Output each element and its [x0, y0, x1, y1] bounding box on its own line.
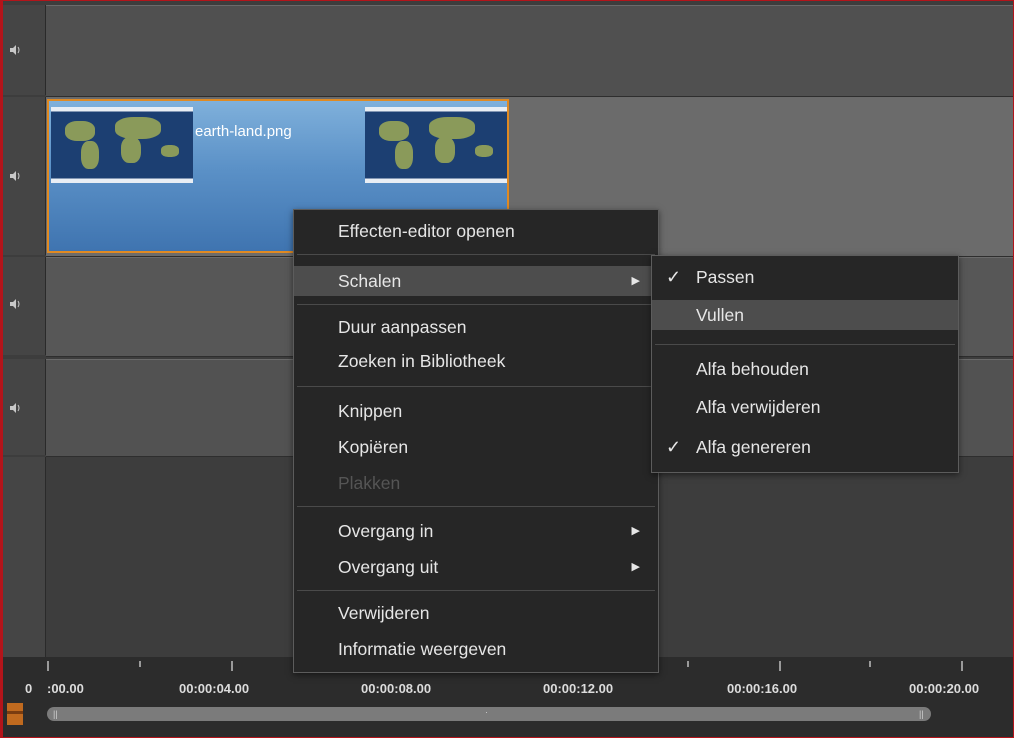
ruler-label: 00:00:12.00	[543, 681, 614, 696]
ruler-label: 0	[25, 681, 33, 696]
menu-item-label: Duur aanpassen	[338, 317, 467, 337]
scroll-grip-center: ·	[485, 707, 488, 717]
scroll-grip-right[interactable]: ||	[919, 709, 924, 719]
menu-item-label: Schalen	[338, 271, 402, 291]
menu-item-label: Vullen	[696, 305, 744, 325]
menu-separator	[655, 344, 955, 345]
submenu-item-alfa-verwijderen[interactable]: Alfa verwijderen	[652, 392, 958, 422]
menu-item-plakken: Plakken	[294, 468, 658, 498]
clip-title: earth-land.png	[195, 123, 292, 140]
submenu-arrow-icon: ▶	[631, 275, 640, 287]
menu-item-label: Overgang uit	[338, 557, 439, 577]
speaker-icon[interactable]	[9, 401, 23, 415]
checkmark-icon: ✓	[666, 437, 682, 457]
ruler-label: 00:00:04.00	[179, 681, 250, 696]
menu-item-effecten-editor[interactable]: Effecten-editor openen	[294, 216, 658, 246]
track-header-empty	[3, 457, 46, 657]
menu-item-knippen[interactable]: Knippen	[294, 396, 658, 426]
ruler-label: 00:00:08.00	[361, 681, 432, 696]
ruler-tick	[779, 661, 781, 671]
ruler-label: 00:00:20.00	[909, 681, 980, 696]
menu-item-label: Verwijderen	[338, 603, 430, 623]
submenu-arrow-icon: ▶	[631, 561, 640, 573]
ruler-label: :00.00	[47, 681, 84, 696]
ruler-tick	[231, 661, 233, 671]
menu-item-label: Alfa genereren	[696, 437, 811, 457]
menu-separator	[297, 254, 655, 255]
menu-separator	[297, 304, 655, 305]
timeline-panel: earth-land.png 0 :00.00 00:00:04.00 00:0…	[0, 0, 1014, 738]
submenu-item-vullen[interactable]: Vullen	[652, 300, 958, 330]
ruler-tick	[961, 661, 963, 671]
menu-item-label: Passen	[696, 267, 755, 287]
track-1[interactable]	[46, 5, 1013, 97]
ruler-label: 00:00:16.00	[727, 681, 798, 696]
clip-thumbnail	[365, 107, 507, 183]
ruler-tick	[869, 661, 871, 667]
menu-separator	[297, 590, 655, 591]
track-header-1	[3, 5, 46, 95]
menu-item-verwijderen[interactable]: Verwijderen	[294, 598, 658, 628]
submenu-item-passen[interactable]: ✓ Passen	[652, 262, 958, 292]
submenu-schalen: ✓ Passen Vullen Alfa behouden Alfa verwij…	[651, 255, 959, 473]
speaker-icon[interactable]	[9, 297, 23, 311]
checkmark-icon: ✓	[666, 267, 682, 287]
menu-item-label: Overgang in	[338, 521, 434, 541]
menu-item-informatie-weergeven[interactable]: Informatie weergeven	[294, 634, 658, 664]
clip-thumbnail	[51, 107, 193, 183]
menu-item-duur-aanpassen[interactable]: Duur aanpassen	[294, 312, 658, 342]
menu-separator	[297, 386, 655, 387]
menu-item-overgang-in[interactable]: Overgang in ▶	[294, 516, 658, 546]
speaker-icon[interactable]	[9, 43, 23, 57]
menu-item-label: Informatie weergeven	[338, 639, 507, 659]
menu-item-label: Kopiëren	[338, 437, 409, 457]
menu-item-label: Zoeken in Bibliotheek	[338, 351, 506, 371]
menu-item-overgang-uit[interactable]: Overgang uit ▶	[294, 552, 658, 582]
speaker-icon[interactable]	[9, 169, 23, 183]
menu-item-label: Knippen	[338, 401, 403, 421]
ruler-tick	[47, 661, 49, 671]
menu-separator	[297, 506, 655, 507]
track-header-4	[3, 359, 46, 455]
menu-item-label: Alfa verwijderen	[696, 397, 821, 417]
menu-item-kopieren[interactable]: Kopiëren	[294, 432, 658, 462]
submenu-arrow-icon: ▶	[631, 525, 640, 537]
submenu-item-alfa-behouden[interactable]: Alfa behouden	[652, 354, 958, 384]
submenu-item-alfa-genereren[interactable]: ✓ Alfa genereren	[652, 432, 958, 462]
menu-item-label: Plakken	[338, 473, 401, 493]
horizontal-scrollbar[interactable]: || · ||	[47, 707, 931, 721]
ruler-tick	[687, 661, 689, 667]
track-header-3	[3, 257, 46, 355]
playhead-handle[interactable]	[7, 703, 23, 725]
menu-item-schalen[interactable]: Schalen ▶	[294, 266, 658, 296]
menu-item-label: Effecten-editor openen	[338, 221, 515, 241]
menu-item-zoeken-bibliotheek[interactable]: Zoeken in Bibliotheek	[294, 346, 658, 376]
scroll-grip-left[interactable]: ||	[53, 709, 58, 719]
context-menu: Effecten-editor openen Schalen ▶ Duur aan…	[293, 209, 659, 673]
ruler-tick	[139, 661, 141, 667]
track-header-2	[3, 97, 46, 255]
menu-item-label: Alfa behouden	[696, 359, 809, 379]
